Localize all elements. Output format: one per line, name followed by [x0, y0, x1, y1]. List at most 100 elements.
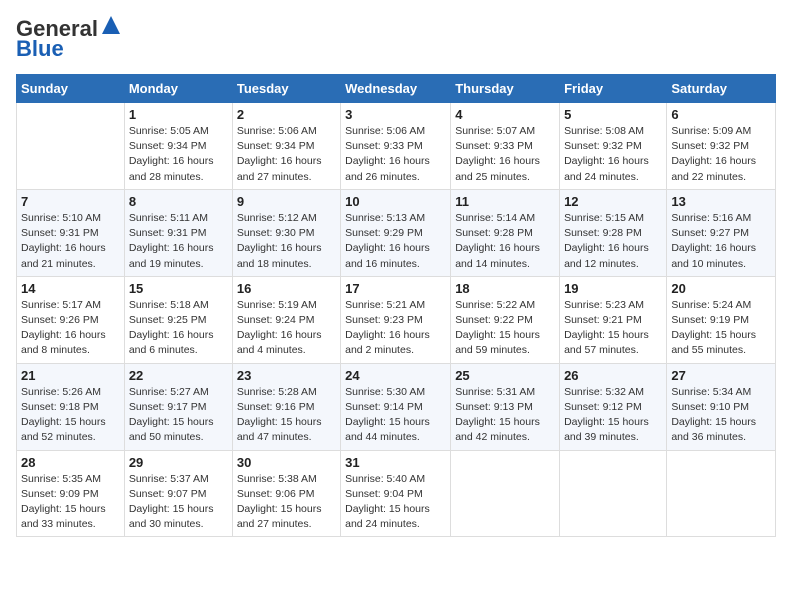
calendar-cell: 28 Sunrise: 5:35 AM Sunset: 9:09 PM Dayli…	[17, 450, 125, 537]
day-info: Sunrise: 5:14 AM Sunset: 9:28 PM Dayligh…	[455, 211, 555, 272]
day-info: Sunrise: 5:12 AM Sunset: 9:30 PM Dayligh…	[237, 211, 336, 272]
calendar-cell: 6 Sunrise: 5:09 AM Sunset: 9:32 PM Daylig…	[667, 103, 776, 190]
calendar-cell: 22Sunrise: 5:27 AM Sunset: 9:17 PM Dayli…	[124, 363, 232, 450]
day-info: Sunrise: 5:30 AM Sunset: 9:14 PM Dayligh…	[345, 385, 446, 446]
logo: General Blue	[16, 16, 122, 62]
day-number: 2	[237, 107, 336, 122]
day-number: 1	[129, 107, 228, 122]
day-number: 17	[345, 281, 446, 296]
calendar-cell: 16 Sunrise: 5:19 AM Sunset: 9:24 PM Dayli…	[232, 276, 340, 363]
day-number: 3	[345, 107, 446, 122]
day-info: Sunrise: 5:40 AM Sunset: 9:04 PM Dayligh…	[345, 472, 446, 533]
calendar-cell: 12 Sunrise: 5:15 AM Sunset: 9:28 PM Dayli…	[560, 189, 667, 276]
day-number: 25	[455, 368, 555, 383]
calendar-week-row: 14 Sunrise: 5:17 AM Sunset: 9:26 PM Dayli…	[17, 276, 776, 363]
weekday-header-friday: Friday	[560, 75, 667, 103]
day-number: 19	[564, 281, 662, 296]
day-info: Sunrise: 5:38 AM Sunset: 9:06 PM Dayligh…	[237, 472, 336, 533]
calendar-cell	[667, 450, 776, 537]
weekday-header-saturday: Saturday	[667, 75, 776, 103]
page-header: General Blue	[16, 16, 776, 62]
calendar-cell: 2 Sunrise: 5:06 AM Sunset: 9:34 PM Daylig…	[232, 103, 340, 190]
day-number: 20	[671, 281, 771, 296]
calendar-week-row: 7 Sunrise: 5:10 AM Sunset: 9:31 PM Daylig…	[17, 189, 776, 276]
logo-icon	[100, 14, 122, 36]
calendar-cell: 4 Sunrise: 5:07 AM Sunset: 9:33 PM Daylig…	[451, 103, 560, 190]
calendar-cell: 23Sunrise: 5:28 AM Sunset: 9:16 PM Dayli…	[232, 363, 340, 450]
day-info: Sunrise: 5:06 AM Sunset: 9:34 PM Dayligh…	[237, 124, 336, 185]
calendar-week-row: 28 Sunrise: 5:35 AM Sunset: 9:09 PM Dayli…	[17, 450, 776, 537]
day-info: Sunrise: 5:15 AM Sunset: 9:28 PM Dayligh…	[564, 211, 662, 272]
day-info: Sunrise: 5:09 AM Sunset: 9:32 PM Dayligh…	[671, 124, 771, 185]
day-number: 7	[21, 194, 120, 209]
calendar-week-row: 21 Sunrise: 5:26 AM Sunset: 9:18 PM Dayli…	[17, 363, 776, 450]
calendar-cell: 5 Sunrise: 5:08 AM Sunset: 9:32 PM Daylig…	[560, 103, 667, 190]
day-number: 5	[564, 107, 662, 122]
day-number: 8	[129, 194, 228, 209]
calendar-week-row: 1 Sunrise: 5:05 AM Sunset: 9:34 PM Daylig…	[17, 103, 776, 190]
day-number: 16	[237, 281, 336, 296]
weekday-header-thursday: Thursday	[451, 75, 560, 103]
day-number: 11	[455, 194, 555, 209]
calendar-cell: 17 Sunrise: 5:21 AM Sunset: 9:23 PM Dayli…	[341, 276, 451, 363]
day-info: Sunrise: 5:35 AM Sunset: 9:09 PM Dayligh…	[21, 472, 120, 533]
day-number: 28	[21, 455, 120, 470]
weekday-header-tuesday: Tuesday	[232, 75, 340, 103]
calendar-cell: 14 Sunrise: 5:17 AM Sunset: 9:26 PM Dayli…	[17, 276, 125, 363]
calendar-cell: 10Sunrise: 5:13 AM Sunset: 9:29 PM Dayli…	[341, 189, 451, 276]
day-number: 29	[129, 455, 228, 470]
day-info: Sunrise: 5:19 AM Sunset: 9:24 PM Dayligh…	[237, 298, 336, 359]
calendar-cell: 7 Sunrise: 5:10 AM Sunset: 9:31 PM Daylig…	[17, 189, 125, 276]
day-number: 21	[21, 368, 120, 383]
day-number: 22	[129, 368, 228, 383]
day-info: Sunrise: 5:13 AM Sunset: 9:29 PM Dayligh…	[345, 211, 446, 272]
day-info: Sunrise: 5:07 AM Sunset: 9:33 PM Dayligh…	[455, 124, 555, 185]
calendar-cell: 1 Sunrise: 5:05 AM Sunset: 9:34 PM Daylig…	[124, 103, 232, 190]
calendar-cell	[560, 450, 667, 537]
day-number: 30	[237, 455, 336, 470]
day-number: 14	[21, 281, 120, 296]
calendar-cell: 31 Sunrise: 5:40 AM Sunset: 9:04 PM Dayli…	[341, 450, 451, 537]
day-number: 26	[564, 368, 662, 383]
weekday-header-sunday: Sunday	[17, 75, 125, 103]
day-info: Sunrise: 5:16 AM Sunset: 9:27 PM Dayligh…	[671, 211, 771, 272]
calendar-cell: 9 Sunrise: 5:12 AM Sunset: 9:30 PM Daylig…	[232, 189, 340, 276]
calendar-cell: 8Sunrise: 5:11 AM Sunset: 9:31 PM Daylig…	[124, 189, 232, 276]
day-info: Sunrise: 5:34 AM Sunset: 9:10 PM Dayligh…	[671, 385, 771, 446]
day-number: 12	[564, 194, 662, 209]
day-info: Sunrise: 5:22 AM Sunset: 9:22 PM Dayligh…	[455, 298, 555, 359]
calendar-cell: 27Sunrise: 5:34 AM Sunset: 9:10 PM Dayli…	[667, 363, 776, 450]
day-info: Sunrise: 5:26 AM Sunset: 9:18 PM Dayligh…	[21, 385, 120, 446]
day-number: 24	[345, 368, 446, 383]
day-number: 9	[237, 194, 336, 209]
day-info: Sunrise: 5:08 AM Sunset: 9:32 PM Dayligh…	[564, 124, 662, 185]
day-number: 15	[129, 281, 228, 296]
day-info: Sunrise: 5:37 AM Sunset: 9:07 PM Dayligh…	[129, 472, 228, 533]
day-info: Sunrise: 5:32 AM Sunset: 9:12 PM Dayligh…	[564, 385, 662, 446]
calendar-cell	[451, 450, 560, 537]
calendar-cell: 21 Sunrise: 5:26 AM Sunset: 9:18 PM Dayli…	[17, 363, 125, 450]
calendar-cell: 18Sunrise: 5:22 AM Sunset: 9:22 PM Dayli…	[451, 276, 560, 363]
day-info: Sunrise: 5:05 AM Sunset: 9:34 PM Dayligh…	[129, 124, 228, 185]
calendar-cell: 15 Sunrise: 5:18 AM Sunset: 9:25 PM Dayli…	[124, 276, 232, 363]
calendar-cell: 13Sunrise: 5:16 AM Sunset: 9:27 PM Dayli…	[667, 189, 776, 276]
day-number: 6	[671, 107, 771, 122]
day-info: Sunrise: 5:23 AM Sunset: 9:21 PM Dayligh…	[564, 298, 662, 359]
day-info: Sunrise: 5:21 AM Sunset: 9:23 PM Dayligh…	[345, 298, 446, 359]
calendar-cell: 24 Sunrise: 5:30 AM Sunset: 9:14 PM Dayli…	[341, 363, 451, 450]
day-info: Sunrise: 5:24 AM Sunset: 9:19 PM Dayligh…	[671, 298, 771, 359]
logo-blue-text: Blue	[16, 36, 64, 62]
day-number: 23	[237, 368, 336, 383]
calendar-cell: 20 Sunrise: 5:24 AM Sunset: 9:19 PM Dayli…	[667, 276, 776, 363]
weekday-header-wednesday: Wednesday	[341, 75, 451, 103]
calendar-cell: 19 Sunrise: 5:23 AM Sunset: 9:21 PM Dayli…	[560, 276, 667, 363]
day-number: 4	[455, 107, 555, 122]
calendar-cell: 3 Sunrise: 5:06 AM Sunset: 9:33 PM Daylig…	[341, 103, 451, 190]
calendar-table: SundayMondayTuesdayWednesdayThursdayFrid…	[16, 74, 776, 537]
day-info: Sunrise: 5:06 AM Sunset: 9:33 PM Dayligh…	[345, 124, 446, 185]
calendar-cell: 26 Sunrise: 5:32 AM Sunset: 9:12 PM Dayli…	[560, 363, 667, 450]
day-info: Sunrise: 5:10 AM Sunset: 9:31 PM Dayligh…	[21, 211, 120, 272]
day-number: 31	[345, 455, 446, 470]
day-info: Sunrise: 5:17 AM Sunset: 9:26 PM Dayligh…	[21, 298, 120, 359]
day-info: Sunrise: 5:18 AM Sunset: 9:25 PM Dayligh…	[129, 298, 228, 359]
